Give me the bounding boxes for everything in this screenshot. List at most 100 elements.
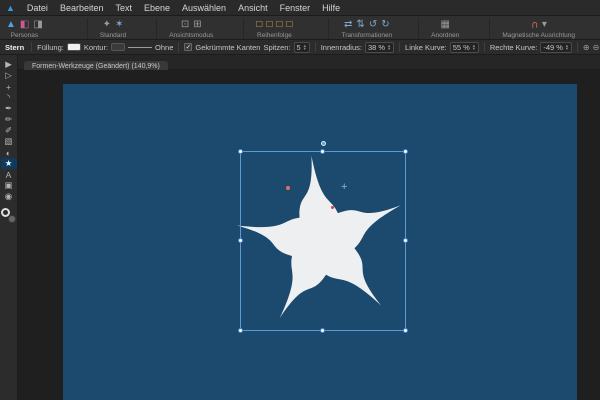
toolbar-group-personas: ▲ ◧ ◨ Personas [6, 18, 43, 39]
separator [314, 42, 316, 52]
separator [576, 42, 578, 52]
add-geometry-icon[interactable]: ⊕ [583, 43, 590, 52]
toolbar-label-ansichtsmodus: Ansichtsmodus [169, 32, 214, 39]
right-curve-field[interactable]: -49 % ▲ ▼ [540, 41, 572, 53]
selection-handle-bottom-middle[interactable] [320, 328, 325, 333]
selection-box[interactable] [238, 141, 408, 333]
rotate-cw-icon[interactable]: ↻ [381, 19, 389, 30]
spinner-arrows-icon[interactable]: ▲ ▼ [303, 43, 307, 51]
designer-persona-icon[interactable]: ▲ [6, 19, 16, 30]
separator [178, 42, 180, 52]
app-logo-icon: ▲ [6, 2, 15, 13]
active-tool-name: Stern [5, 42, 25, 52]
stroke-color-ring-icon[interactable] [1, 208, 10, 217]
bring-forward-icon[interactable]: □ [266, 19, 272, 30]
left-curve-field[interactable]: 55 % ▲ ▼ [449, 41, 479, 53]
bring-to-front-icon[interactable]: □ [256, 19, 262, 30]
toolbar-label-magnetische-ausrichtung: Magnetische Ausrichtung [502, 32, 576, 39]
corner-tool-button[interactable]: ◝ [1, 92, 17, 103]
fill-color-swatch[interactable] [66, 43, 81, 51]
curved-edges-checkbox[interactable]: ✓ [184, 43, 193, 51]
send-to-back-icon[interactable]: □ [286, 19, 292, 30]
inner-radius-field[interactable]: 38 % ▲ ▼ [364, 41, 395, 53]
left-curve-value: 55 % [452, 42, 470, 52]
vector-brush-tool-button[interactable]: ✐ [1, 125, 17, 136]
menu-bearbeiten[interactable]: Bearbeiten [54, 3, 110, 13]
separator [31, 42, 33, 52]
main-toolbar: ▲ ◧ ◨ Personas ✦ ✶ Standard ⊡ ⊞ Ansichts… [0, 16, 600, 40]
menu-datei[interactable]: Datei [21, 3, 54, 13]
context-toolbar: Stern Füllung: Kontur: Ohne ✓ Gekrümmte … [0, 40, 600, 55]
menu-ebene[interactable]: Ebene [138, 3, 176, 13]
vector-crop-tool-button[interactable]: ▣ [1, 180, 17, 191]
subtract-geometry-icon[interactable]: ⊖ [593, 43, 600, 52]
pixel-view-icon[interactable]: ⊞ [193, 19, 201, 30]
toolbar-label-standard: Standard [99, 32, 127, 39]
selection-handle-top-middle[interactable] [320, 149, 325, 154]
selection-handle-top-left[interactable] [238, 149, 243, 154]
menu-ansicht[interactable]: Ansicht [232, 3, 274, 13]
canvas-area[interactable]: + [18, 70, 600, 400]
selection-handle-middle-left[interactable] [238, 238, 243, 243]
selection-handle-middle-right[interactable] [403, 238, 408, 243]
node-tool-button[interactable]: ▷ [1, 70, 17, 81]
pixel-persona-icon[interactable]: ◧ [20, 19, 29, 30]
left-curve-label: Linke Kurve: [405, 42, 447, 52]
menu-fenster[interactable]: Fenster [274, 3, 317, 13]
points-stepper[interactable]: 5 ▲ ▼ [293, 41, 310, 53]
menu-hilfe[interactable]: Hilfe [316, 3, 346, 13]
pen-tool-button[interactable]: ✒ [1, 103, 17, 114]
points-value: 5 [296, 42, 301, 52]
fill-color-circle-icon[interactable] [8, 215, 16, 223]
separator [483, 42, 485, 52]
fill-tool-button[interactable]: ▧ [1, 136, 17, 147]
menu-auswaehlen[interactable]: Auswählen [176, 3, 232, 13]
selection-handle-bottom-left[interactable] [238, 328, 243, 333]
spinner-arrows-icon[interactable]: ▲ ▼ [472, 43, 476, 51]
send-backward-icon[interactable]: □ [276, 19, 282, 30]
stroke-style-value[interactable]: Ohne [155, 43, 173, 52]
color-selector[interactable] [1, 208, 16, 223]
toolbar-label-anordnen: Anordnen [431, 32, 460, 39]
toolbar-label-personas: Personas [10, 32, 39, 39]
pencil-tool-button[interactable]: ✏ [1, 114, 17, 125]
selection-handle-bottom-right[interactable] [403, 328, 408, 333]
rotate-ccw-icon[interactable]: ↺ [369, 19, 377, 30]
toolbar-label-transformationen: Transformationen [341, 32, 393, 39]
origin-point-marker [286, 186, 290, 190]
magnet-icon[interactable]: ∪ [531, 19, 538, 30]
spinner-arrows-icon[interactable]: ▲ ▼ [565, 43, 569, 51]
vector-view-icon[interactable]: ⊡ [181, 19, 189, 30]
right-curve-label: Rechte Kurve: [489, 42, 538, 52]
toolbar-group-ansichtsmodus: ⊡ ⊞ Ansichtsmodus [156, 18, 213, 39]
points-label: Spitzen: [263, 42, 291, 52]
arrange-icon[interactable]: ▦ [441, 19, 450, 30]
transparency-tool-button[interactable]: ◐ [1, 147, 17, 158]
text-tool-button[interactable]: A [1, 169, 17, 180]
stroke-style-preview[interactable] [128, 46, 153, 48]
zoom-tool-button[interactable]: ◉ [1, 191, 17, 202]
separator [399, 42, 401, 52]
toolbar-group-magnetische-ausrichtung: ∪ ▾ Magnetische Ausrichtung [489, 18, 575, 39]
stroke-color-swatch[interactable] [111, 43, 126, 51]
flip-vertical-icon[interactable]: ⇅ [356, 19, 364, 30]
star-shape-tool-button[interactable]: ★ [0, 158, 17, 169]
point-transform-tool-button[interactable]: + [1, 81, 17, 92]
toolbar-label-reihenfolge: Reihenfolge [257, 32, 292, 39]
toolbar-group-anordnen: ▦ Anordnen [418, 18, 459, 39]
right-curve-value: -49 % [543, 42, 563, 52]
fill-label: Füllung: [37, 42, 64, 52]
snapping-presets-icon[interactable]: ▾ [542, 19, 547, 30]
spinner-arrows-icon[interactable]: ▲ ▼ [387, 43, 391, 51]
stroke-label: Kontur: [83, 42, 109, 52]
snapshot-icon[interactable]: ✶ [115, 19, 123, 30]
export-persona-icon[interactable]: ◨ [33, 19, 42, 30]
rotation-handle[interactable] [320, 141, 326, 146]
document-preset-icon[interactable]: ✦ [103, 19, 111, 30]
toolbar-group-standard: ✦ ✶ Standard [86, 18, 127, 39]
menu-text[interactable]: Text [109, 3, 138, 13]
move-tool-button[interactable]: ▶ [1, 59, 17, 70]
flip-horizontal-icon[interactable]: ⇄ [344, 19, 352, 30]
inner-radius-label: Innenradius: [320, 42, 362, 52]
selection-handle-top-right[interactable] [403, 149, 408, 154]
